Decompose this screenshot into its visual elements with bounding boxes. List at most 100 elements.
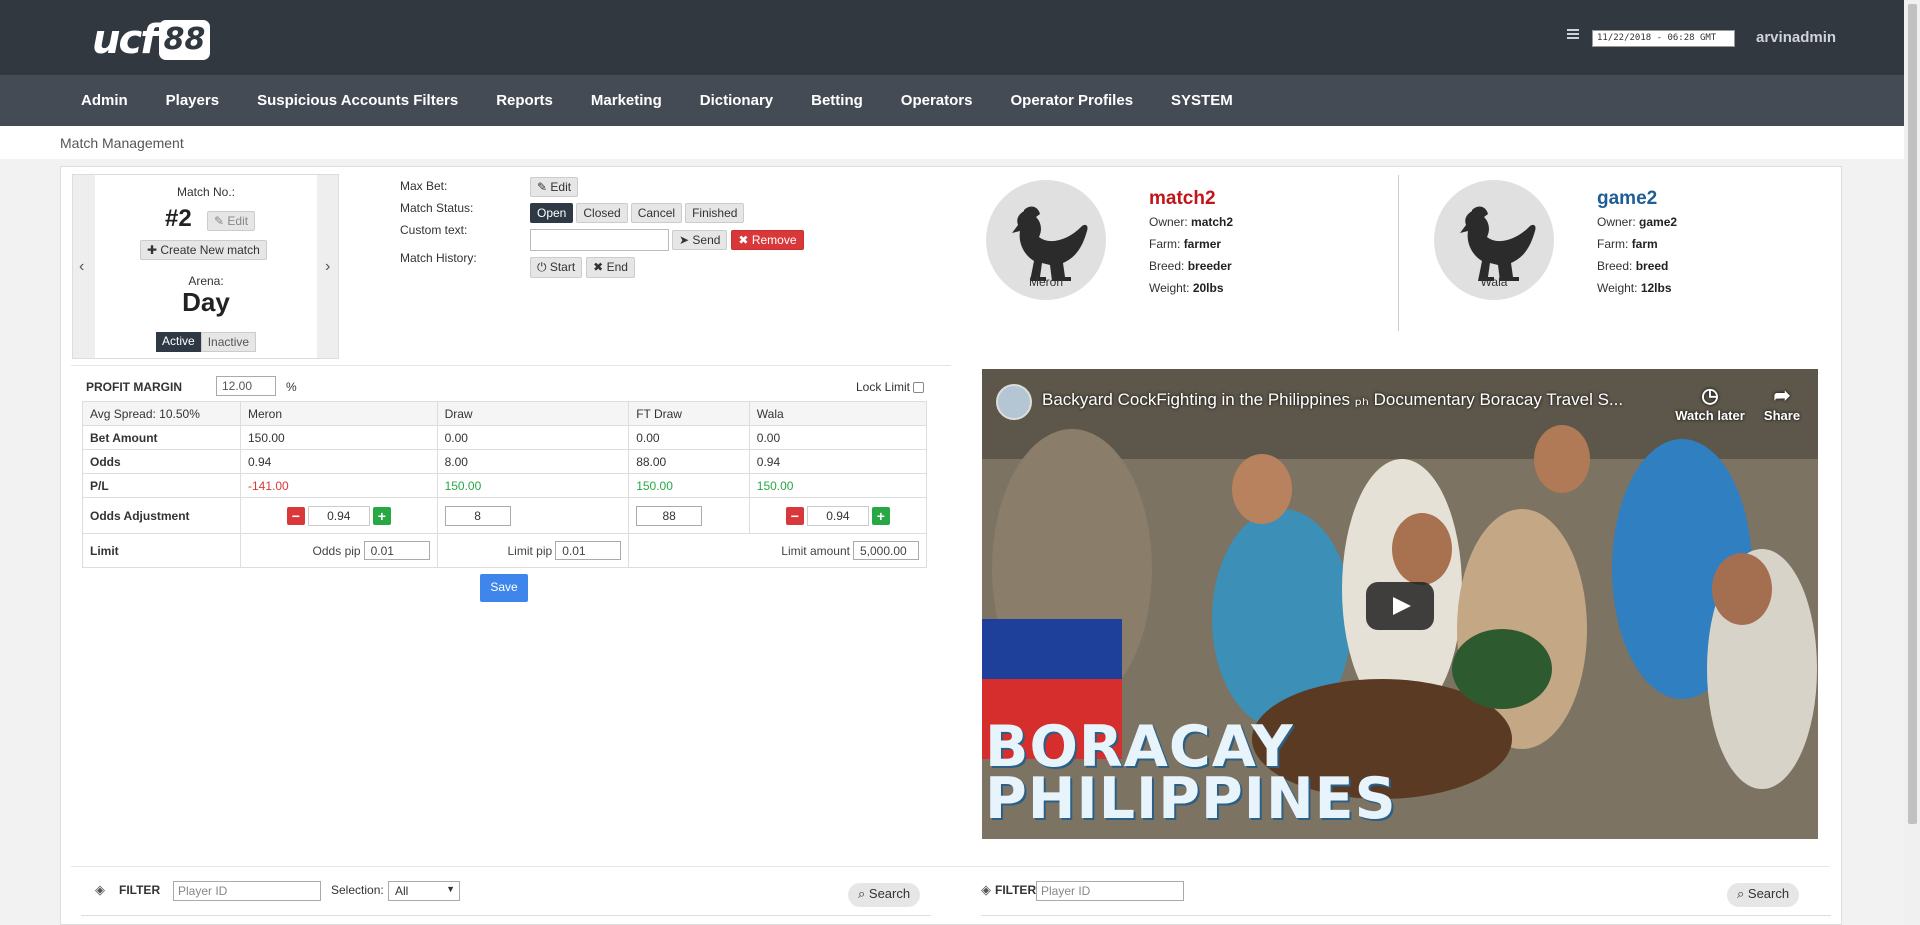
send-button[interactable]: ➤ Send <box>672 230 728 250</box>
draw-adjust-cell: 8 <box>436 497 630 534</box>
max-bet-edit-button[interactable]: ✎ Edit <box>530 177 579 197</box>
scrollbar-thumb[interactable] <box>1908 4 1917 824</box>
ft-draw-odds-input[interactable]: 88 <box>636 505 703 526</box>
profit-margin-row: PROFIT MARGIN 12.00 % Lock Limit <box>82 375 924 399</box>
match-status-label: Match Status: <box>400 201 474 215</box>
create-match-button[interactable]: ✚ Create New match <box>140 240 267 260</box>
status-open-button[interactable]: Open <box>530 203 574 223</box>
nav-system[interactable]: SYSTEM <box>1152 75 1252 126</box>
selection-dropdown[interactable]: All ▼ <box>388 881 460 901</box>
limit-pip-input[interactable]: 0.01 <box>555 541 622 560</box>
bet-amount-meron: 150.00 <box>240 425 438 450</box>
remove-button[interactable]: ✖ Remove <box>731 230 804 250</box>
wala-breed-value: breed <box>1635 259 1669 273</box>
right-search-button[interactable]: ⌕ Search <box>1727 883 1800 907</box>
draw-header: Draw <box>436 401 630 426</box>
inactive-toggle[interactable]: Inactive <box>200 332 257 352</box>
search-icon: ⌕ <box>1737 886 1745 901</box>
profit-margin-label: PROFIT MARGIN <box>86 380 182 394</box>
lock-limit-checkbox[interactable] <box>913 381 924 393</box>
status-closed-button[interactable]: Closed <box>576 203 628 223</box>
nav-marketing[interactable]: Marketing <box>572 75 681 126</box>
weight-label: Weight: <box>1597 281 1638 295</box>
meron-name: match2 <box>1149 188 1216 209</box>
chevron-down-icon: ▼ <box>446 884 455 894</box>
channel-avatar[interactable] <box>996 384 1032 420</box>
next-match-icon[interactable]: › <box>325 258 330 276</box>
odds-adjustment-label: Odds Adjustment <box>82 497 241 534</box>
nav-reports[interactable]: Reports <box>477 75 572 126</box>
odds-label: Odds <box>82 449 241 474</box>
nav-operators[interactable]: Operators <box>882 75 992 126</box>
clock-icon: ◷ <box>1701 385 1719 407</box>
history-start-button[interactable]: ⏻ Start <box>530 257 583 278</box>
video-title[interactable]: Backyard CockFighting in the Philippines… <box>1042 390 1623 410</box>
page-scrollbar[interactable] <box>1904 0 1920 925</box>
table-header-row: Avg Spread: 10.50% Meron Draw FT Draw Wa… <box>82 401 928 426</box>
active-toggle[interactable]: Active <box>156 332 201 352</box>
ft-draw-header: FT Draw <box>628 401 750 426</box>
wala-decrease-button[interactable]: − <box>785 506 804 525</box>
lock-limit[interactable]: Lock Limit <box>856 380 924 394</box>
wala-header: Wala <box>748 401 928 426</box>
odds-pip-label: Odds pip <box>312 544 361 558</box>
send-label: Send <box>692 233 721 247</box>
video-player[interactable]: Backyard CockFighting in the Philippines… <box>982 369 1818 839</box>
match-number: #2 <box>165 205 192 232</box>
history-end-button[interactable]: ✖ End <box>586 257 635 278</box>
share-label: Share <box>1763 408 1801 423</box>
play-button[interactable] <box>1366 582 1434 630</box>
wala-odds-stepper: − 0.94 + <box>757 505 919 526</box>
meron-odds-input[interactable]: 0.94 <box>307 505 370 526</box>
nav-players[interactable]: Players <box>147 75 238 126</box>
weight-label: Weight: <box>1149 281 1190 295</box>
status-cancel-button[interactable]: Cancel <box>630 203 683 223</box>
meron-owner-value: match2 <box>1191 215 1234 229</box>
odds-ft-draw: 88.00 <box>628 449 750 474</box>
table-top-border <box>81 915 931 916</box>
limit-amount-input[interactable]: 5,000.00 <box>853 541 919 560</box>
filter-label: FILTER <box>119 883 161 897</box>
player-id-input[interactable]: Player ID <box>1036 881 1184 901</box>
top-bar: ucf 88 11/22/2018 - 06:28 GMT arvinadmin <box>0 0 1904 75</box>
wala-weight: Weight: 12lbs <box>1597 281 1672 295</box>
watch-later-button[interactable]: ◷ Watch later <box>1670 383 1750 423</box>
prev-match-icon[interactable]: ‹ <box>79 258 84 276</box>
owner-label: Owner: <box>1597 215 1636 229</box>
nav-betting[interactable]: Betting <box>792 75 882 126</box>
meron-owner: Owner: match2 <box>1149 215 1233 229</box>
match-history-label: Match History: <box>400 251 477 265</box>
odds-pip-input[interactable]: 0.01 <box>363 541 430 560</box>
user-menu[interactable]: arvinadmin <box>1756 29 1836 46</box>
share-button[interactable]: ➦ Share <box>1752 383 1812 423</box>
breed-label: Breed: <box>1597 259 1633 273</box>
logo[interactable]: ucf 88 <box>92 17 211 63</box>
profit-margin-input[interactable]: 12.00 <box>216 376 276 396</box>
draw-odds-input[interactable]: 8 <box>444 505 511 526</box>
nav-admin[interactable]: Admin <box>62 75 147 126</box>
search-label: Search <box>1747 886 1790 901</box>
wala-odds-input[interactable]: 0.94 <box>806 505 869 526</box>
save-button[interactable]: Save <box>480 574 528 602</box>
match-panel: ‹ Match No.: #2 ✎ Edit ✚ Create New matc… <box>60 166 1842 925</box>
match-selector: ‹ Match No.: #2 ✎ Edit ✚ Create New matc… <box>72 174 339 359</box>
meron-breed: Breed: breeder <box>1149 259 1232 273</box>
left-search-button[interactable]: ⌕ Search <box>848 883 921 907</box>
wala-breed: Breed: breed <box>1597 259 1668 273</box>
meron-decrease-button[interactable]: − <box>286 506 305 525</box>
datetime-display: 11/22/2018 - 06:28 GMT <box>1592 30 1735 47</box>
limit-label: Limit <box>82 533 241 568</box>
status-finished-button[interactable]: Finished <box>685 203 745 223</box>
bet-amount-draw: 0.00 <box>436 425 630 450</box>
wala-caption: Wala <box>1480 275 1508 289</box>
arena-name: Day <box>182 287 230 317</box>
nav-operator-profiles[interactable]: Operator Profiles <box>992 75 1153 126</box>
nav-suspicious-accounts[interactable]: Suspicious Accounts Filters <box>238 75 477 126</box>
wala-increase-button[interactable]: + <box>871 506 890 525</box>
nav-dictionary[interactable]: Dictionary <box>681 75 792 126</box>
custom-text-input[interactable] <box>530 229 669 251</box>
search-label: Search <box>868 886 911 901</box>
meron-increase-button[interactable]: + <box>372 506 391 525</box>
player-id-input[interactable]: Player ID <box>173 881 321 901</box>
match-edit-button[interactable]: ✎ Edit <box>207 211 256 231</box>
